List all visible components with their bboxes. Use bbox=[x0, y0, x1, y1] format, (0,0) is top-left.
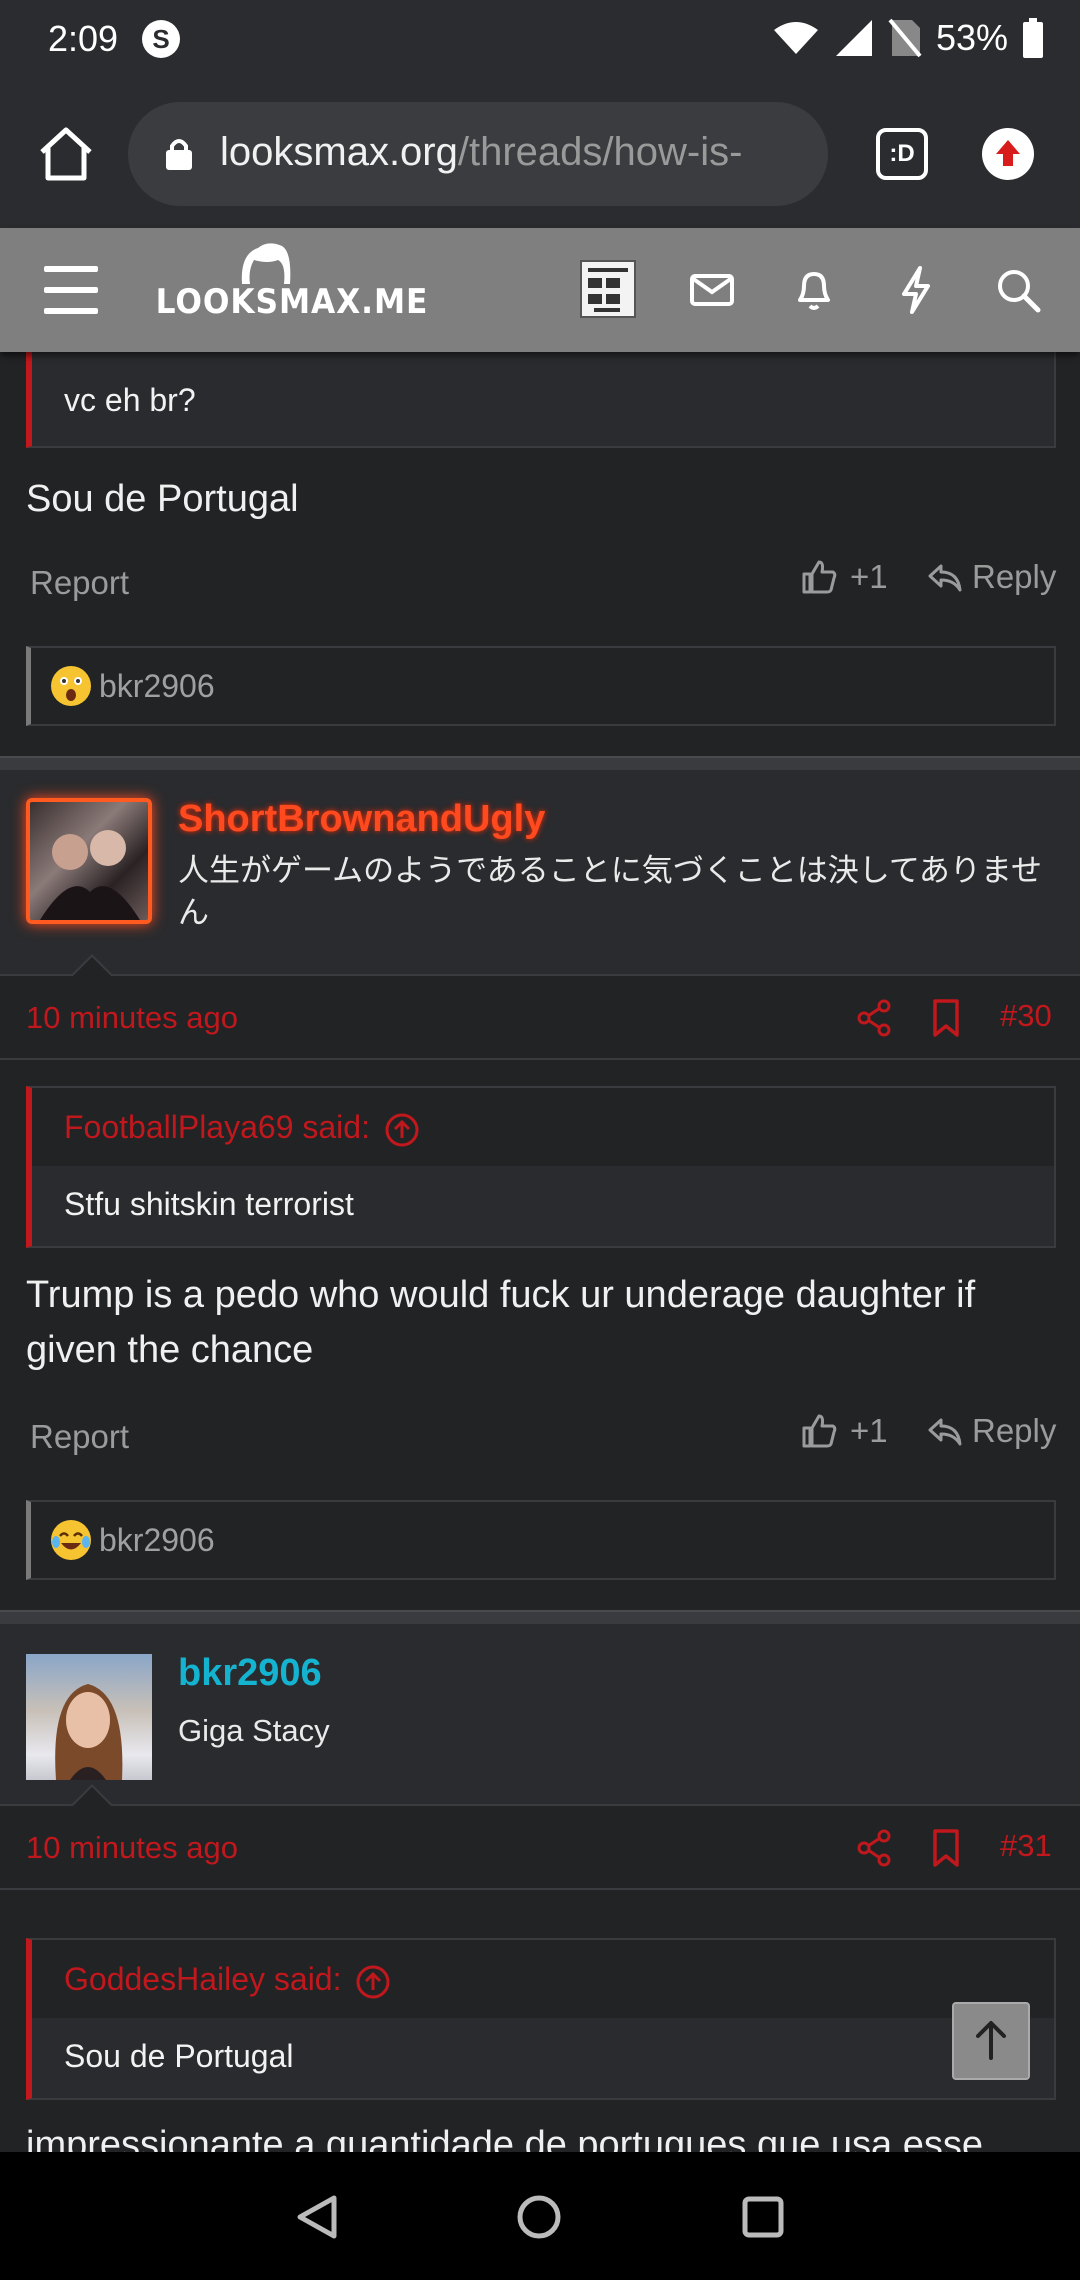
share-icon[interactable] bbox=[856, 998, 892, 1038]
upload-extension-button[interactable] bbox=[982, 128, 1034, 180]
user-header: bkr2906 Giga Stacy bbox=[0, 1624, 1080, 1807]
post-message: Sou de Portugal bbox=[26, 478, 299, 520]
site-header: LOOKSMAX.ME bbox=[0, 228, 1080, 352]
search-icon[interactable] bbox=[990, 262, 1046, 318]
reply-label: Reply bbox=[972, 1412, 1057, 1449]
reply-button[interactable]: Reply bbox=[926, 1412, 1056, 1450]
quote-text: vc eh br? bbox=[64, 382, 196, 418]
thumbs-up-icon bbox=[802, 560, 837, 594]
reaction-bar[interactable]: bkr2906 bbox=[26, 646, 1056, 726]
avatar[interactable] bbox=[26, 1654, 152, 1780]
mail-icon[interactable] bbox=[684, 262, 740, 318]
no-sim-icon bbox=[888, 18, 922, 58]
home-nav-icon[interactable] bbox=[516, 2194, 562, 2240]
wifi-icon bbox=[773, 22, 818, 54]
reply-label: Reply bbox=[972, 558, 1057, 595]
quote-author: GoddesHailey said: bbox=[64, 1961, 342, 1997]
extension-button[interactable]: :D bbox=[876, 128, 928, 180]
battery-icon bbox=[1023, 18, 1043, 58]
avatar[interactable] bbox=[26, 798, 152, 924]
status-bar: 2:09 S 53% bbox=[0, 0, 1080, 80]
post-message: Trump is a pedo who would fuck ur undera… bbox=[26, 1274, 976, 1371]
quote-block: vc eh br? bbox=[26, 352, 1056, 448]
arrow-up-circle-icon[interactable] bbox=[355, 1964, 391, 2000]
home-icon[interactable] bbox=[34, 122, 98, 186]
quote-block: FootballPlaya69 said: Stfu shitskin terr… bbox=[26, 1086, 1056, 1248]
thumbs-up-icon bbox=[802, 1414, 837, 1448]
arrow-up-icon bbox=[996, 140, 1020, 166]
post-divider bbox=[0, 1610, 1080, 1624]
post-number[interactable]: #31 bbox=[1000, 1828, 1052, 1864]
post-message: impressionante a quantidade de portugues… bbox=[26, 2124, 984, 2152]
post-meta: 10 minutes ago #30 bbox=[0, 976, 1080, 1060]
user-avatar-thumbnail[interactable] bbox=[580, 260, 636, 318]
system-navigation-bar bbox=[0, 2152, 1080, 2280]
browser-toolbar: looksmax.org/threads/how-is- :D bbox=[0, 80, 1080, 228]
hair-logo-icon bbox=[241, 243, 291, 284]
lightning-icon[interactable] bbox=[888, 262, 944, 318]
like-count: +1 bbox=[850, 558, 888, 595]
post-actions: Report +1 Reply bbox=[0, 556, 1080, 616]
report-link[interactable]: Report bbox=[30, 564, 129, 602]
caret bbox=[70, 954, 114, 977]
bell-icon[interactable] bbox=[786, 262, 842, 318]
bookmark-icon[interactable] bbox=[930, 998, 962, 1038]
site-logo[interactable]: LOOKSMAX.ME bbox=[146, 240, 427, 340]
reaction-user: bkr2906 bbox=[99, 1522, 215, 1558]
reply-button[interactable]: Reply bbox=[926, 558, 1056, 596]
like-count: +1 bbox=[850, 1412, 888, 1449]
reply-icon bbox=[928, 1418, 962, 1446]
quote-header[interactable]: GoddesHailey said: bbox=[32, 1940, 1054, 2018]
user-title: Giga Stacy bbox=[178, 1713, 330, 1748]
notification-app-icon: S bbox=[142, 20, 180, 58]
shocked-emoji-icon bbox=[51, 666, 91, 706]
user-title: 人生がゲームのようであることに気づくことは決してありません bbox=[178, 853, 1042, 930]
post-divider bbox=[0, 756, 1080, 770]
bookmark-icon[interactable] bbox=[930, 1828, 962, 1868]
reaction-user: bkr2906 bbox=[99, 668, 215, 704]
user-header: ShortBrownandUgly 人生がゲームのようであることに気づくことは決… bbox=[0, 770, 1080, 977]
quote-text: Stfu shitskin terrorist bbox=[64, 1186, 354, 1222]
menu-icon[interactable] bbox=[44, 266, 98, 314]
lock-icon bbox=[166, 139, 192, 170]
laughing-emoji-icon bbox=[51, 1520, 91, 1560]
status-icons: 53% bbox=[772, 16, 1044, 60]
quote-author: FootballPlaya69 said: bbox=[64, 1109, 370, 1145]
post-number[interactable]: #30 bbox=[1000, 998, 1052, 1034]
share-icon[interactable] bbox=[856, 1828, 892, 1868]
battery-percent: 53% bbox=[935, 17, 1008, 58]
arrow-up-icon bbox=[976, 2021, 1006, 2060]
post-time[interactable]: 10 minutes ago bbox=[26, 1830, 238, 1866]
signal-icon bbox=[835, 20, 872, 56]
arrow-up-circle-icon[interactable] bbox=[384, 1112, 420, 1148]
scroll-to-top-button[interactable] bbox=[952, 2002, 1030, 2080]
like-button[interactable]: +1 bbox=[800, 558, 888, 596]
back-icon[interactable] bbox=[294, 2194, 340, 2240]
quote-text: Sou de Portugal bbox=[64, 2038, 294, 2074]
recents-icon[interactable] bbox=[740, 2194, 786, 2240]
url-text: looksmax.org/threads/how-is- bbox=[220, 130, 743, 174]
like-button[interactable]: +1 bbox=[800, 1412, 888, 1450]
post-actions: Report +1 Reply bbox=[0, 1410, 1080, 1470]
username[interactable]: ShortBrownandUgly bbox=[178, 798, 545, 841]
report-link[interactable]: Report bbox=[30, 1418, 129, 1456]
post-meta: 10 minutes ago #31 bbox=[0, 1806, 1080, 1890]
thread-content: vc eh br? Sou de Portugal Report +1 Repl… bbox=[0, 352, 1080, 2152]
quote-header[interactable]: FootballPlaya69 said: bbox=[32, 1088, 1054, 1166]
caret bbox=[70, 1784, 114, 1807]
address-bar[interactable]: looksmax.org/threads/how-is- bbox=[128, 102, 828, 206]
quote-block: GoddesHailey said: Sou de Portugal bbox=[26, 1938, 1056, 2100]
reaction-bar[interactable]: bkr2906 bbox=[26, 1500, 1056, 1580]
post-time[interactable]: 10 minutes ago bbox=[26, 1000, 238, 1036]
reply-icon bbox=[928, 564, 962, 592]
username[interactable]: bkr2906 bbox=[178, 1652, 322, 1695]
status-time: 2:09 bbox=[48, 18, 119, 59]
